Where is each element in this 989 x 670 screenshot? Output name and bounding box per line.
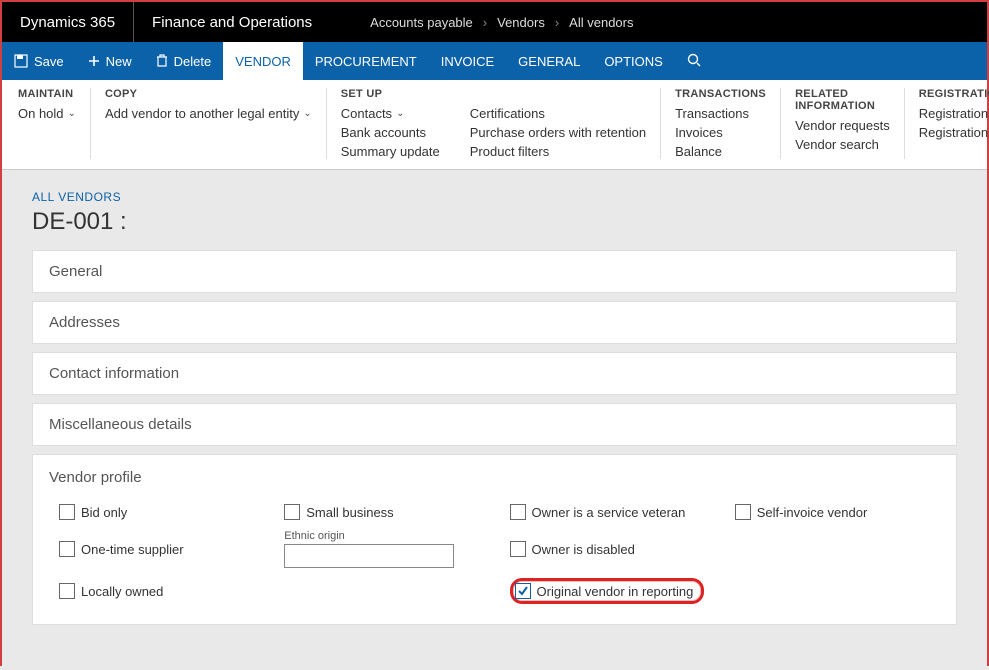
registration-id-search-link[interactable]: Registration ID search (919, 125, 989, 140)
small-business-checkbox[interactable]: Small business (284, 504, 489, 520)
ethnic-origin-input[interactable] (284, 544, 454, 568)
ribbon-group-title: COPY (105, 88, 312, 100)
on-hold-link[interactable]: On hold ⌄ (18, 106, 76, 121)
section-contact[interactable]: Contact information (32, 352, 957, 395)
ribbon-group-transactions: TRANSACTIONS Transactions Invoices Balan… (660, 88, 780, 159)
tab-general[interactable]: GENERAL (506, 42, 592, 80)
ribbon-group-title: MAINTAIN (18, 88, 76, 100)
owner-veteran-checkbox[interactable]: Owner is a service veteran (510, 504, 715, 520)
chevron-right-icon: › (555, 15, 559, 30)
vendor-profile-title[interactable]: Vendor profile (49, 469, 940, 486)
search-icon (687, 53, 701, 70)
tab-options[interactable]: OPTIONS (592, 42, 675, 80)
owner-veteran-label: Owner is a service veteran (532, 505, 686, 520)
bid-only-checkbox[interactable]: Bid only (59, 504, 264, 520)
checkbox-icon (59, 541, 75, 557)
topbar: Dynamics 365 Finance and Operations Acco… (2, 2, 987, 42)
one-time-supplier-label: One-time supplier (81, 542, 184, 557)
search-button[interactable] (675, 42, 713, 80)
section-vendor-profile: Vendor profile Bid only Small business O… (32, 454, 957, 625)
ribbon-group-registration: REGISTRATION Registration IDs Registrati… (904, 88, 989, 159)
small-business-label: Small business (306, 505, 393, 520)
breadcrumb-item[interactable]: Accounts payable (370, 15, 473, 30)
breadcrumb-item[interactable]: Vendors (497, 15, 545, 30)
checkbox-icon (59, 583, 75, 599)
chevron-down-icon: ⌄ (396, 108, 404, 119)
original-vendor-label: Original vendor in reporting (537, 584, 694, 599)
tab-procurement[interactable]: PROCUREMENT (303, 42, 429, 80)
ribbon-group-maintain: MAINTAIN On hold ⌄ (18, 88, 90, 159)
transactions-link[interactable]: Transactions (675, 106, 749, 121)
section-general[interactable]: General (32, 250, 957, 293)
breadcrumb-item[interactable]: All vendors (569, 15, 633, 30)
chevron-down-icon: ⌄ (68, 108, 76, 119)
checkbox-icon (59, 504, 75, 520)
tab-vendor[interactable]: VENDOR (223, 42, 303, 80)
locally-owned-checkbox[interactable]: Locally owned (59, 578, 264, 604)
brand[interactable]: Dynamics 365 (2, 2, 133, 42)
new-button[interactable]: New (76, 42, 144, 80)
delete-label: Delete (174, 54, 212, 69)
certifications-link[interactable]: Certifications (470, 106, 646, 121)
save-button[interactable]: Save (2, 42, 76, 80)
ribbon-group-title: REGISTRATION (919, 88, 989, 100)
plus-icon (88, 55, 100, 67)
product-filters-link[interactable]: Product filters (470, 144, 646, 159)
original-vendor-highlight: Original vendor in reporting (510, 578, 715, 604)
invoices-link[interactable]: Invoices (675, 125, 749, 140)
contacts-link[interactable]: Contacts ⌄ (341, 106, 440, 121)
checkbox-icon (510, 504, 526, 520)
checkbox-icon (735, 504, 751, 520)
bid-only-label: Bid only (81, 505, 127, 520)
ribbon-group-title: RELATED INFORMATION (795, 88, 890, 112)
tab-invoice[interactable]: INVOICE (429, 42, 506, 80)
checkbox-icon (510, 541, 526, 557)
page-title: DE-001 : (32, 208, 957, 236)
save-icon (14, 54, 28, 68)
balance-link[interactable]: Balance (675, 144, 749, 159)
ethnic-origin-field: Ethnic origin (284, 530, 489, 568)
ethnic-origin-label: Ethnic origin (284, 530, 489, 542)
ribbon-group-title: TRANSACTIONS (675, 88, 766, 100)
locally-owned-label: Locally owned (81, 584, 163, 599)
chevron-right-icon: › (483, 15, 487, 30)
bank-accounts-link[interactable]: Bank accounts (341, 125, 440, 140)
owner-disabled-label: Owner is disabled (532, 542, 635, 557)
owner-disabled-checkbox[interactable]: Owner is disabled (510, 530, 715, 568)
ribbon-group-title: SET UP (341, 88, 646, 100)
vendor-requests-link[interactable]: Vendor requests (795, 118, 890, 133)
registration-ids-link[interactable]: Registration IDs (919, 106, 989, 121)
checkbox-icon (284, 504, 300, 520)
list-title[interactable]: ALL VENDORS (32, 190, 957, 204)
vendor-search-link[interactable]: Vendor search (795, 137, 890, 152)
ribbon-group-copy: COPY Add vendor to another legal entity … (90, 88, 326, 159)
ribbon-group-related: RELATED INFORMATION Vendor requests Vend… (780, 88, 904, 159)
module-title[interactable]: Finance and Operations (134, 2, 330, 42)
save-label: Save (34, 54, 64, 69)
ribbon: MAINTAIN On hold ⌄ COPY Add vendor to an… (2, 80, 987, 170)
breadcrumb: Accounts payable › Vendors › All vendors (330, 15, 633, 30)
new-label: New (106, 54, 132, 69)
on-hold-label: On hold (18, 106, 64, 121)
add-vendor-entity-link[interactable]: Add vendor to another legal entity ⌄ (105, 106, 312, 121)
section-misc[interactable]: Miscellaneous details (32, 403, 957, 446)
original-vendor-checkbox[interactable]: Original vendor in reporting (515, 583, 694, 599)
add-vendor-entity-label: Add vendor to another legal entity (105, 106, 299, 121)
delete-button[interactable]: Delete (144, 42, 224, 80)
chevron-down-icon: ⌄ (303, 108, 311, 119)
ribbon-group-setup: SET UP Contacts ⌄ Bank accounts Summary … (326, 88, 660, 159)
po-retention-link[interactable]: Purchase orders with retention (470, 125, 646, 140)
section-addresses[interactable]: Addresses (32, 301, 957, 344)
checkbox-checked-icon (515, 583, 531, 599)
summary-update-link[interactable]: Summary update (341, 144, 440, 159)
one-time-supplier-checkbox[interactable]: One-time supplier (59, 530, 264, 568)
content-area: ALL VENDORS DE-001 : General Addresses C… (2, 170, 987, 670)
contacts-label: Contacts (341, 106, 392, 121)
action-bar: Save New Delete VENDOR PROCUREMENT INVOI… (2, 42, 987, 80)
self-invoice-checkbox[interactable]: Self-invoice vendor (735, 504, 940, 520)
self-invoice-label: Self-invoice vendor (757, 505, 868, 520)
trash-icon (156, 54, 168, 68)
